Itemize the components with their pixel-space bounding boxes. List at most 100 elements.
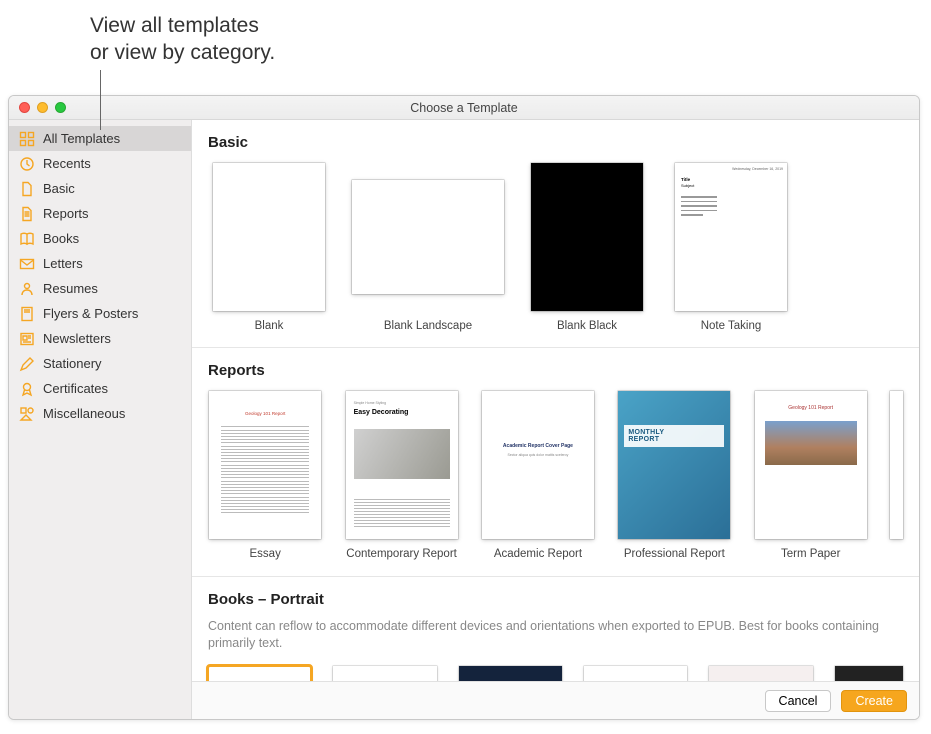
template-thumbnail bbox=[352, 180, 504, 294]
template-label: Contemporary Report bbox=[346, 547, 457, 561]
callout-line bbox=[100, 70, 101, 130]
thumb-title: Easy Decorating bbox=[354, 409, 409, 416]
template-row-basic: Blank Blank Landscape Blank Black Wednes… bbox=[192, 159, 919, 348]
doc-lines-icon bbox=[19, 206, 35, 222]
doc-icon bbox=[19, 181, 35, 197]
newspaper-icon bbox=[19, 331, 35, 347]
create-button[interactable]: Create bbox=[841, 690, 907, 712]
template-label: Essay bbox=[250, 547, 281, 561]
sidebar-item-label: Basic bbox=[43, 181, 75, 196]
sidebar-item-stationery[interactable]: Stationery bbox=[9, 351, 191, 376]
template-term-paper[interactable]: Geology 101 Report Term Paper bbox=[754, 391, 868, 561]
sidebar-item-label: Resumes bbox=[43, 281, 98, 296]
thumb-title-block: MONTHLY REPORT bbox=[624, 425, 724, 447]
sidebar-item-label: Flyers & Posters bbox=[43, 306, 138, 321]
template-thumbnail bbox=[213, 163, 325, 311]
thumb-image bbox=[354, 429, 450, 479]
template-professional-report[interactable]: MONTHLY REPORT Professional Report bbox=[617, 391, 731, 561]
thumb-title: Academic Report Cover Page bbox=[482, 443, 594, 449]
thumb-date: Wednesday, December 16, 2019 bbox=[732, 167, 783, 171]
thumb-lines bbox=[221, 426, 309, 513]
template-label: Blank Landscape bbox=[384, 319, 472, 333]
template-label: Blank Black bbox=[557, 319, 617, 333]
dialog-footer: Cancel Create bbox=[192, 681, 919, 719]
template-academic-report[interactable]: Academic Report Cover Page Sector aliqua… bbox=[481, 391, 595, 561]
window-body: All Templates Recents Basic Reports bbox=[9, 120, 919, 719]
template-chooser-window: Choose a Template All Templates Recents … bbox=[8, 95, 920, 720]
template-label: Academic Report bbox=[494, 547, 582, 561]
sidebar-item-label: Certificates bbox=[43, 381, 108, 396]
thumb-line1: MONTHLY bbox=[628, 429, 720, 436]
sidebar-item-miscellaneous[interactable]: Miscellaneous bbox=[9, 401, 191, 426]
minimize-window-button[interactable] bbox=[37, 102, 48, 113]
thumb-image bbox=[765, 421, 857, 465]
template-thumbnail bbox=[531, 163, 643, 311]
template-thumbnail: Simple Home Styling Easy Decorating bbox=[346, 391, 458, 539]
sidebar-item-label: Books bbox=[43, 231, 79, 246]
template-thumbnail: MONTHLY REPORT bbox=[618, 391, 730, 539]
sidebar-item-basic[interactable]: Basic bbox=[9, 176, 191, 201]
thumb-title: Title bbox=[681, 177, 690, 182]
template-label: Professional Report bbox=[624, 547, 725, 561]
cancel-button[interactable]: Cancel bbox=[765, 690, 832, 712]
template-thumbnail: Geology 101 Report bbox=[209, 391, 321, 539]
template-label: Term Paper bbox=[781, 547, 840, 561]
grid-icon bbox=[19, 131, 35, 147]
sidebar-item-resumes[interactable]: Resumes bbox=[9, 276, 191, 301]
poster-icon bbox=[19, 306, 35, 322]
thumb-subject: Subject bbox=[681, 183, 694, 188]
template-thumbnail: Wednesday, December 16, 2019 Title Subje… bbox=[675, 163, 787, 311]
template-row-reports: Geology 101 Report Essay Simple Home Sty… bbox=[192, 387, 919, 576]
template-scroll-area[interactable]: Basic Blank Blank Landscape Blank Black bbox=[192, 120, 919, 719]
titlebar: Choose a Template bbox=[9, 96, 919, 120]
template-thumbnail: Academic Report Cover Page Sector aliqua… bbox=[482, 391, 594, 539]
thumb-title: Geology 101 Report bbox=[755, 405, 867, 411]
sidebar-item-label: Recents bbox=[43, 156, 91, 171]
section-heading-reports: Reports bbox=[192, 348, 919, 387]
sidebar-item-reports[interactable]: Reports bbox=[9, 201, 191, 226]
person-icon bbox=[19, 281, 35, 297]
sidebar-item-recents[interactable]: Recents bbox=[9, 151, 191, 176]
zoom-window-button[interactable] bbox=[55, 102, 66, 113]
thumb-lines bbox=[681, 193, 717, 219]
window-controls bbox=[9, 102, 66, 113]
pencil-icon bbox=[19, 356, 35, 372]
thumb-lines bbox=[354, 497, 450, 529]
template-contemporary-report[interactable]: Simple Home Styling Easy Decorating Cont… bbox=[344, 391, 458, 561]
thumb-subtitle: Sector aliqua quis dolor mattis sceleroy bbox=[482, 453, 594, 457]
section-heading-books: Books – Portrait bbox=[192, 577, 919, 616]
sidebar-item-flyers[interactable]: Flyers & Posters bbox=[9, 301, 191, 326]
misc-icon bbox=[19, 406, 35, 422]
close-window-button[interactable] bbox=[19, 102, 30, 113]
section-subtitle-books: Content can reflow to accommodate differ… bbox=[192, 616, 919, 660]
sidebar-item-label: Reports bbox=[43, 206, 89, 221]
template-essay[interactable]: Geology 101 Report Essay bbox=[208, 391, 322, 561]
sidebar-item-letters[interactable]: Letters bbox=[9, 251, 191, 276]
sidebar-item-newsletters[interactable]: Newsletters bbox=[9, 326, 191, 351]
thumb-title: Geology 101 Report bbox=[221, 411, 309, 416]
template-blank-landscape[interactable]: Blank Landscape bbox=[352, 163, 504, 333]
template-label: Blank bbox=[255, 319, 284, 333]
window-title: Choose a Template bbox=[9, 101, 919, 115]
ribbon-icon bbox=[19, 381, 35, 397]
template-grid: Basic Blank Blank Landscape Blank Black bbox=[192, 120, 919, 719]
callout-annotation: View all templates or view by category. bbox=[90, 12, 275, 67]
sidebar-item-books[interactable]: Books bbox=[9, 226, 191, 251]
clock-icon bbox=[19, 156, 35, 172]
template-note-taking[interactable]: Wednesday, December 16, 2019 Title Subje… bbox=[670, 163, 792, 333]
envelope-icon bbox=[19, 256, 35, 272]
thumb-pretitle: Simple Home Styling bbox=[354, 401, 386, 405]
section-heading-basic: Basic bbox=[192, 120, 919, 159]
sidebar-item-label: Newsletters bbox=[43, 331, 111, 346]
sidebar-item-label: All Templates bbox=[43, 131, 120, 146]
sidebar-item-label: Stationery bbox=[43, 356, 102, 371]
sidebar-item-label: Miscellaneous bbox=[43, 406, 125, 421]
sidebar-item-certificates[interactable]: Certificates bbox=[9, 376, 191, 401]
template-blank-black[interactable]: Blank Black bbox=[526, 163, 648, 333]
sidebar-item-label: Letters bbox=[43, 256, 83, 271]
book-icon bbox=[19, 231, 35, 247]
thumb-line2: REPORT bbox=[628, 436, 720, 443]
template-blank[interactable]: Blank bbox=[208, 163, 330, 333]
template-partial[interactable] bbox=[890, 391, 903, 539]
template-thumbnail: Geology 101 Report bbox=[755, 391, 867, 539]
